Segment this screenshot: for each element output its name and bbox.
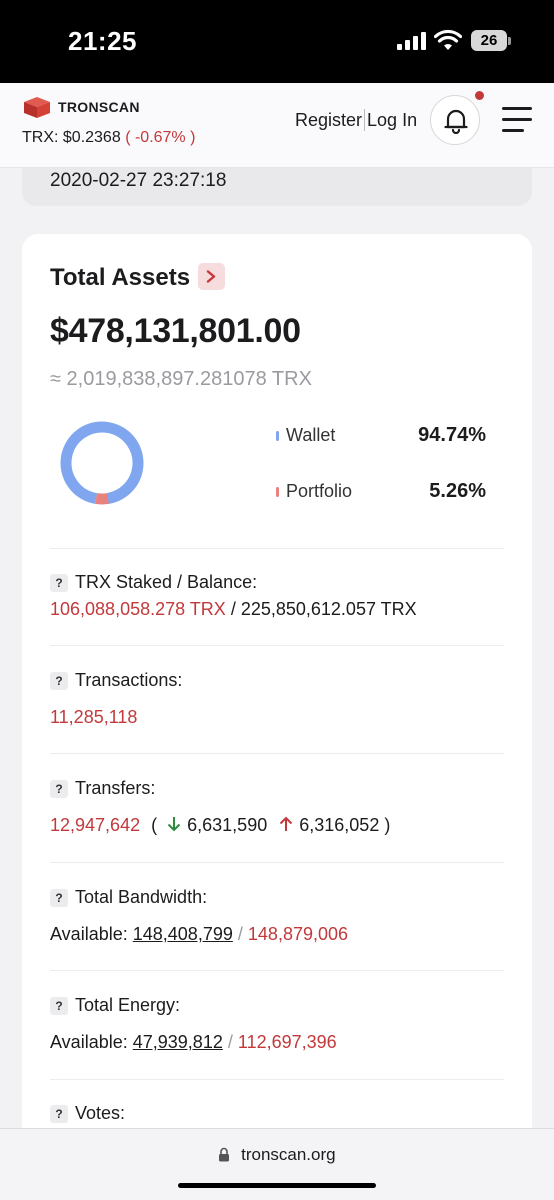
bandwidth-label: Total Bandwidth: bbox=[75, 887, 208, 907]
assets-donut-chart bbox=[60, 421, 144, 505]
divider bbox=[50, 548, 504, 549]
help-icon[interactable]: ? bbox=[50, 671, 68, 690]
wallet-percent: 94.74% bbox=[418, 424, 486, 446]
home-indicator bbox=[178, 1183, 376, 1188]
donut-wallet-segment bbox=[60, 421, 144, 505]
tronscan-logo-icon bbox=[24, 97, 50, 118]
bandwidth-available-label: Available: bbox=[50, 924, 128, 944]
energy-available-label: Available: bbox=[50, 1032, 128, 1052]
trx-staked-value: 106,088,058.278 TRX bbox=[50, 599, 226, 619]
stat-transfers: ? Transfers: 12,947,642 ( 6,631,590 6,31… bbox=[50, 778, 510, 836]
browser-address-bar: tronscan.org bbox=[0, 1128, 554, 1200]
hamburger-menu-icon[interactable] bbox=[502, 107, 532, 133]
stat-votes: ? Votes: bbox=[50, 1103, 510, 1124]
transactions-label: Transactions: bbox=[75, 670, 183, 690]
bandwidth-slash: / bbox=[237, 924, 243, 944]
bandwidth-available-value[interactable]: 148,408,799 bbox=[133, 924, 233, 944]
lock-icon bbox=[219, 1147, 230, 1162]
trx-price-change: ( -0.67% ) bbox=[125, 129, 196, 146]
transactions-value[interactable]: 11,285,118 bbox=[50, 707, 137, 727]
tronscan-logo[interactable]: TRONSCAN bbox=[22, 95, 140, 119]
login-link[interactable]: Log In bbox=[367, 110, 417, 131]
total-assets-title: Total Assets bbox=[50, 264, 191, 291]
energy-available-value[interactable]: 47,939,812 bbox=[133, 1032, 223, 1052]
total-assets-value: $478,131,801.00 bbox=[50, 312, 301, 350]
stat-energy: ? Total Energy: Available: 47,939,812 / … bbox=[50, 995, 510, 1053]
site-header: TRONSCAN TRX: $0.2368 ( -0.67% ) Registe… bbox=[0, 83, 554, 168]
bell-icon bbox=[444, 109, 468, 134]
logo-text: TRONSCAN bbox=[58, 99, 140, 115]
legend-wallet: Wallet 94.74% bbox=[276, 424, 486, 447]
chevron-right-icon bbox=[206, 270, 216, 283]
trx-balance-value: / 225,850,612.057 TRX bbox=[230, 599, 417, 619]
transfers-close-paren: ) bbox=[384, 815, 391, 835]
wallet-legend-marker bbox=[276, 430, 279, 441]
help-icon[interactable]: ? bbox=[50, 888, 68, 907]
energy-label: Total Energy: bbox=[75, 995, 181, 1015]
total-assets-card: Total Assets $478,131,801.00 ≈ 2,019,838… bbox=[22, 234, 532, 1154]
portfolio-percent: 5.26% bbox=[429, 480, 486, 502]
transfers-in-value: 6,631,590 bbox=[187, 815, 268, 835]
transfers-out-value: 6,316,052 bbox=[299, 815, 380, 835]
trx-price-label: TRX: $0.2368 bbox=[22, 129, 121, 146]
created-date: 2020-02-27 23:27:18 bbox=[50, 170, 227, 191]
legend-portfolio: Portfolio 5.26% bbox=[276, 480, 486, 503]
wifi-icon bbox=[434, 29, 462, 50]
help-icon[interactable]: ? bbox=[50, 996, 68, 1015]
account-info-card: 2020-02-27 23:27:18 bbox=[22, 168, 532, 206]
notifications-button[interactable] bbox=[430, 95, 480, 145]
arrow-down-icon bbox=[167, 817, 181, 832]
auth-links: Register Log In bbox=[295, 109, 417, 131]
transfers-value[interactable]: 12,947,642 bbox=[50, 815, 140, 835]
help-icon[interactable]: ? bbox=[50, 573, 68, 592]
total-assets-trx: ≈ 2,019,838,897.281078 TRX bbox=[50, 368, 312, 390]
notification-badge bbox=[475, 91, 484, 100]
trx-price: TRX: $0.2368 ( -0.67% ) bbox=[22, 129, 195, 147]
transfers-open-paren: ( bbox=[151, 815, 158, 835]
arrow-up-icon bbox=[280, 816, 293, 831]
status-bar: 21:25 26 bbox=[0, 0, 554, 83]
divider bbox=[50, 645, 504, 646]
divider bbox=[50, 753, 504, 754]
portfolio-label: Portfolio bbox=[286, 481, 353, 501]
divider bbox=[50, 862, 504, 863]
wallet-label: Wallet bbox=[286, 425, 336, 445]
cellular-signal-icon bbox=[397, 32, 427, 50]
stat-trx-staked: ? TRX Staked / Balance: 106,088,058.278 … bbox=[50, 572, 510, 620]
stat-bandwidth: ? Total Bandwidth: Available: 148,408,79… bbox=[50, 887, 510, 945]
divider bbox=[50, 1079, 504, 1080]
auth-separator bbox=[364, 109, 366, 131]
divider bbox=[50, 970, 504, 971]
help-icon[interactable]: ? bbox=[50, 779, 68, 798]
status-time: 21:25 bbox=[68, 26, 137, 56]
votes-label: Votes: bbox=[75, 1103, 126, 1123]
bandwidth-total-value: 148,879,006 bbox=[247, 924, 349, 944]
portfolio-legend-marker bbox=[276, 486, 279, 497]
register-link[interactable]: Register bbox=[295, 110, 362, 131]
energy-slash: / bbox=[227, 1032, 233, 1052]
help-icon[interactable]: ? bbox=[50, 1104, 68, 1123]
transfers-label: Transfers: bbox=[75, 778, 156, 798]
energy-total-value: 112,697,396 bbox=[237, 1032, 337, 1052]
battery-cap bbox=[508, 37, 511, 45]
url-text: tronscan.org bbox=[241, 1145, 336, 1164]
url-field[interactable]: tronscan.org bbox=[0, 1145, 554, 1165]
stat-transactions: ? Transactions: 11,285,118 bbox=[50, 670, 510, 728]
trx-staked-label: TRX Staked / Balance: bbox=[75, 572, 258, 592]
battery-icon: 26 bbox=[471, 30, 507, 51]
total-assets-expand-button[interactable] bbox=[198, 263, 225, 290]
